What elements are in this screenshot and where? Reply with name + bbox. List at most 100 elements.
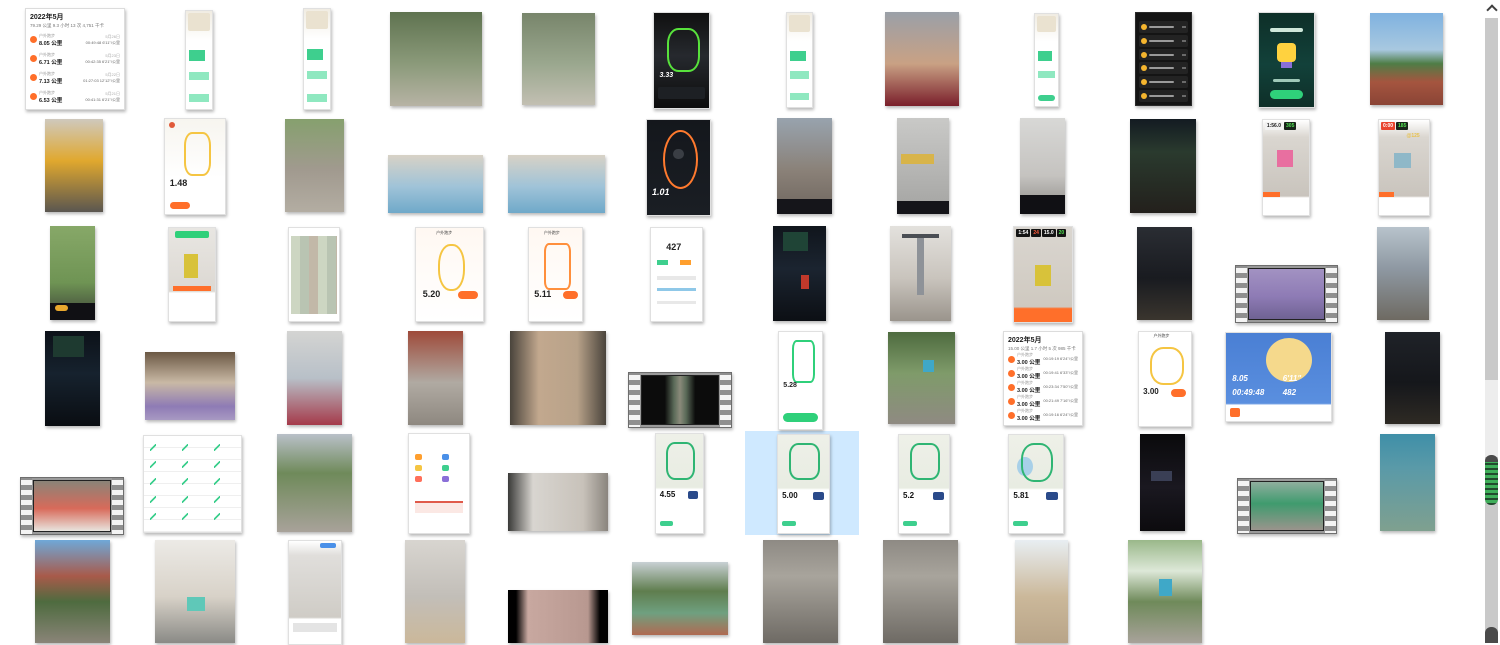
thumb-detail-rect [801, 275, 809, 288]
thumb-route-map-1-48km[interactable]: 1.48 [164, 118, 226, 215]
thumb-video-jump-rope-greenwall[interactable] [1237, 478, 1337, 534]
thumb-video-jump-rope-kid[interactable] [1020, 118, 1065, 214]
thumb-health-app-tall-4[interactable] [1034, 13, 1059, 107]
thumb-video-arms-raised[interactable] [20, 477, 124, 535]
thumb-detail-rect [415, 454, 422, 460]
thumb-video-situp-purple-mat[interactable] [1235, 265, 1338, 323]
thumb-run-records-collage[interactable] [143, 435, 242, 533]
thumb-jump-rope-counter-154-24-20[interactable]: 1:542415.020 [1013, 226, 1073, 323]
thumb-detail-rect [1046, 492, 1058, 500]
thumb-photo-pullup-yellow-shirt[interactable] [45, 119, 103, 212]
thumb-photo-dusk-sidewalk[interactable] [1377, 227, 1429, 320]
thumb-photo-park-jump-rope-blue[interactable] [1128, 540, 1202, 643]
thumb-run-stats-may-15km[interactable]: 2022年5月15.00 公里 1.7 小时 5 次 985 千卡户外跑步3.0… [1003, 331, 1083, 426]
scrollbar-track-gap[interactable] [1485, 380, 1498, 457]
thumb-video-treadmill-room[interactable] [510, 331, 606, 425]
thumb-night-run-route-app[interactable]: 3.33 [653, 12, 710, 109]
thumb-photo-night-street-1[interactable] [1137, 227, 1192, 320]
thumb-detail-rect [415, 465, 422, 471]
thumb-photo-park-court[interactable] [632, 562, 728, 635]
thumb-photo-night-hoop[interactable] [45, 331, 100, 426]
stats-summary: 15.00 公里 1.7 小时 5 次 985 千卡 [1008, 346, 1078, 351]
thumb-photo-selfie-red-shirt[interactable] [885, 12, 959, 106]
thumb-health-app-tall-2[interactable] [303, 8, 331, 110]
counter-badge: 0:00 [1381, 122, 1395, 130]
activity-meta: 00:21:49 7'16"/公里 [1043, 398, 1078, 404]
thumb-map-run-5-2km[interactable]: 5.2 [898, 434, 950, 534]
thumb-detail-rect [897, 201, 949, 214]
thumb-route-app-3-00km[interactable]: 户外跑步3.00 [1138, 331, 1192, 427]
thumb-map-run-4-55km[interactable]: 4.55 [655, 433, 704, 534]
thumb-night-track-route-app-1-01[interactable]: 1.01 [646, 119, 711, 216]
thumb-photo-running-tree-road-1[interactable] [390, 12, 482, 106]
thumb-detail-pill [1171, 389, 1186, 397]
thumb-health-app-tall-3[interactable] [786, 12, 813, 108]
thumb-detail-rect [680, 260, 691, 266]
thumb-photo-courtyard-wave[interactable] [35, 540, 110, 643]
scrollbar-up-button[interactable] [1486, 2, 1497, 15]
thumb-run-stats-may-2022[interactable]: 2022年5月79.29 公里 9.3 小时 13 次 4,751 千卡户外跑步… [25, 8, 125, 110]
thumb-jump-rope-app-yellow-shirt[interactable] [168, 227, 216, 322]
thumb-route-app-5-28km-green[interactable]: 5.28 [778, 331, 823, 430]
thumb-photo-hallway-walk[interactable] [405, 540, 465, 643]
thumb-photo-alley-jump-rope-1[interactable] [763, 540, 838, 643]
route-tick-icon [182, 496, 188, 503]
thumb-video-jump-rope-indoor[interactable] [897, 118, 949, 214]
thumb-photo-living-room[interactable] [155, 540, 235, 643]
thumb-photo-yoga-wheel-1[interactable] [388, 155, 483, 213]
thumb-health-stats-427[interactable]: 427 [650, 227, 703, 322]
thumb-video-plank-bedroom[interactable] [508, 590, 608, 643]
thumb-photo-plank-pair[interactable] [287, 331, 342, 425]
thumb-photo-yoga-wheel-2[interactable] [508, 155, 605, 213]
thumb-medal-list-screenshot[interactable] [1135, 12, 1192, 106]
thumb-photo-night-dark[interactable] [1140, 434, 1185, 531]
medal-text-line [1149, 26, 1174, 28]
thumb-detail-rect [813, 492, 824, 500]
thumb-photo-girl-basketball[interactable] [285, 119, 344, 212]
thumb-detail-rect [933, 492, 944, 500]
scrollbar-track[interactable] [1485, 18, 1498, 643]
activity-time-pace: 00:42:35 6'21"/公里 [85, 59, 120, 65]
thumb-detail-rect [307, 71, 327, 79]
thumb-detail-rect [53, 336, 83, 357]
thumb-photo-night-track[interactable] [1130, 119, 1196, 213]
runner-icon [1008, 398, 1015, 405]
thumb-video-editor-corridor[interactable] [288, 540, 342, 645]
thumb-map-run-5-81km[interactable]: 5.81 [1008, 434, 1064, 534]
thumb-video-jump-rope-corridor[interactable] [777, 118, 832, 214]
thumb-jump-rope-counter-156-305[interactable]: 1:56.0305 [1262, 119, 1310, 216]
thumb-sport-service-app[interactable] [408, 433, 470, 534]
thumb-video-plank-closeup[interactable] [508, 473, 608, 531]
thumb-jump-rope-counter-000-185[interactable]: 0:00185@125 [1378, 119, 1430, 216]
thumb-photo-night-street-2[interactable] [1385, 332, 1440, 424]
runner-icon [1008, 412, 1015, 419]
thumb-photo-jump-rope-canopy[interactable] [1380, 434, 1435, 531]
thumb-photo-track-run-blue-sky[interactable] [1370, 13, 1443, 105]
thumb-detail-rect [442, 454, 449, 460]
film-sprockets-left [629, 373, 640, 427]
scrollbar-thumb[interactable] [1485, 455, 1498, 505]
medal-text-line [1149, 40, 1174, 42]
thumb-map-run-5-00km[interactable]: 5.00 [777, 434, 830, 534]
thumb-photo-woman-pullup[interactable] [890, 226, 951, 321]
scrollbar-secondary-thumb[interactable] [1485, 627, 1498, 643]
thumb-photo-jump-rope-sidewalk[interactable] [277, 434, 352, 532]
thumb-new-medal-award-screenshot[interactable] [1258, 12, 1315, 108]
thumb-photo-runner-blue-shirt-path[interactable] [888, 332, 955, 424]
thumb-video-gallery-recording[interactable] [628, 372, 732, 428]
chevron-up-icon [1486, 4, 1497, 15]
thumb-photo-kid-jump-rope-redwall[interactable] [408, 331, 463, 425]
thumb-share-card-moon-runner[interactable]: 8.056'11"00:49:48482 [1225, 332, 1332, 422]
thumb-route-app-5-20km[interactable]: 户外跑步5.20 [415, 227, 484, 322]
thumb-photo-stretching-pair[interactable] [145, 352, 235, 420]
thumb-health-app-tall-1[interactable] [185, 10, 213, 110]
thumb-detail-rect [790, 93, 809, 101]
thumb-route-app-5-11km[interactable]: 户外跑步5.11 [528, 227, 583, 322]
thumb-gallery-grid-screenshot[interactable] [288, 227, 340, 322]
thumb-photo-alley-jump-rope-2[interactable] [883, 540, 958, 643]
thumb-photo-running-tree-road-2[interactable] [522, 13, 595, 105]
thumb-video-park-run[interactable] [50, 226, 95, 320]
activity-row: 户外跑步8.05 公里5月26日00:49:48 6'11"/公里 [30, 33, 120, 47]
thumb-photo-pushup-handle[interactable] [1015, 540, 1068, 643]
thumb-photo-night-basketball[interactable] [773, 226, 826, 321]
